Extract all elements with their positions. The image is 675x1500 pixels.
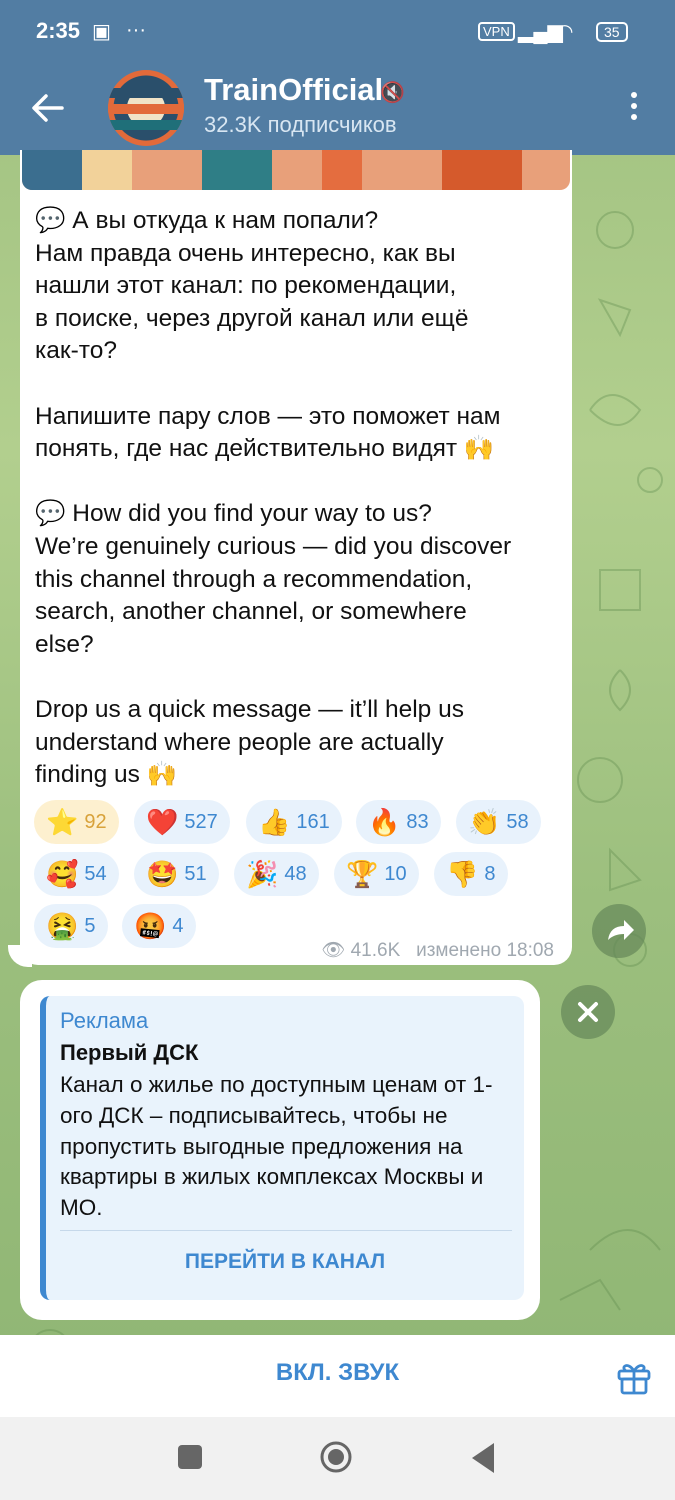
vpn-icon: VPN xyxy=(478,22,515,41)
wifi-icon: ◠ xyxy=(556,21,574,43)
post-meta: 👁 41.6K изменено 18:08 xyxy=(321,938,554,962)
reaction-clap[interactable]: 👏 58 xyxy=(456,800,541,844)
channel-post: 💬 А вы откуда к нам попали? Нам правда о… xyxy=(20,150,572,965)
muted-speaker-icon: 🔇 xyxy=(380,82,405,104)
post-line: Drop us a quick message — it’ll help us xyxy=(35,695,464,723)
reaction-thumbs-up[interactable]: 👍 161 xyxy=(246,800,342,844)
eye-icon: 👁 xyxy=(321,940,346,961)
home-icon[interactable] xyxy=(320,1441,352,1473)
recents-icon[interactable] xyxy=(178,1445,202,1469)
sponsored-card[interactable]: Реклама Первый ДСК Канал о жилье по дост… xyxy=(40,996,524,1300)
edited-time: изменено 18:08 xyxy=(416,940,554,961)
channel-avatar[interactable] xyxy=(108,70,184,146)
post-line: Нам правда очень интересно, как вы xyxy=(35,239,456,267)
reaction-star[interactable]: ⭐ 92 xyxy=(34,800,119,844)
view-count: 41.6K xyxy=(350,940,401,961)
post-line: else? xyxy=(35,630,94,658)
post-line: как-то? xyxy=(35,337,117,365)
sponsored-message: Реклама Первый ДСК Канал о жилье по дост… xyxy=(20,980,540,1320)
share-icon[interactable] xyxy=(592,904,646,958)
close-icon[interactable] xyxy=(561,985,615,1039)
post-line: search, another channel, or somewhere xyxy=(35,598,467,626)
reaction-star-struck[interactable]: 🤩 51 xyxy=(134,852,219,896)
system-nav-bar xyxy=(0,1417,675,1500)
reaction-party[interactable]: 🎉 48 xyxy=(234,852,319,896)
post-line: нашли этот канал: по рекомендации, xyxy=(35,272,457,300)
sponsored-title: Первый ДСК xyxy=(60,1040,199,1065)
unmute-button[interactable]: ВКЛ. ЗВУК xyxy=(0,1359,675,1387)
channel-title[interactable]: TrainOfficial xyxy=(204,72,383,108)
reaction-thumbs-down[interactable]: 👎 8 xyxy=(434,852,508,896)
post-text: 💬 А вы откуда к нам попали? Нам правда о… xyxy=(35,205,565,792)
reaction-angry[interactable]: 🤬 4 xyxy=(122,904,196,948)
battery-icon: 35 xyxy=(596,22,628,42)
back-triangle-icon[interactable] xyxy=(470,1441,496,1475)
arrow-left-icon[interactable] xyxy=(28,88,68,128)
more-notifications-icon: ··· xyxy=(126,19,146,41)
gift-icon[interactable] xyxy=(614,1357,654,1397)
chat-header: 2:35 ▣ ··· VPN ▂▄▆ ◠ 35 TrainOfficial 🔇 … xyxy=(0,0,675,155)
post-line: We’re genuinely curious — did you discov… xyxy=(35,532,512,560)
reaction-fire[interactable]: 🔥 83 xyxy=(356,800,441,844)
bottom-bar: ВКЛ. ЗВУК xyxy=(0,1335,675,1417)
post-line: 💬 How did you find your way to us? xyxy=(35,500,432,528)
sponsored-label: Реклама xyxy=(60,1008,149,1033)
status-time: 2:35 xyxy=(36,18,81,43)
reaction-love-face[interactable]: 🥰 54 xyxy=(34,852,119,896)
post-line: Напишите пару слов — это поможет нам xyxy=(35,402,501,430)
open-channel-button[interactable]: ПЕРЕЙТИ В КАНАЛ xyxy=(46,1250,524,1274)
more-vertical-icon[interactable] xyxy=(624,92,644,124)
divider xyxy=(60,1230,512,1231)
notification-icon: ▣ xyxy=(92,21,111,43)
subscriber-count: 32.3K подписчиков xyxy=(204,112,397,137)
post-line: finding us 🙌 xyxy=(35,761,178,789)
post-line: this channel through a recommendation, xyxy=(35,565,473,593)
reaction-vomit[interactable]: 🤮 5 xyxy=(34,904,108,948)
reaction-trophy[interactable]: 🏆 10 xyxy=(334,852,419,896)
reaction-heart[interactable]: ❤️ 527 xyxy=(134,800,230,844)
post-line: 💬 А вы откуда к нам попали? xyxy=(35,207,379,234)
post-line: understand where people are actually xyxy=(35,728,444,756)
post-line: в поиске, через другой канал или ещё xyxy=(35,304,469,332)
post-image[interactable] xyxy=(22,150,570,190)
post-line: понять, где нас действительно видят 🙌 xyxy=(35,435,495,463)
status-bar: 2:35 ▣ ··· VPN ▂▄▆ ◠ 35 xyxy=(0,0,675,64)
sponsored-text: Канал о жилье по доступным ценам от 1-ог… xyxy=(60,1072,493,1221)
